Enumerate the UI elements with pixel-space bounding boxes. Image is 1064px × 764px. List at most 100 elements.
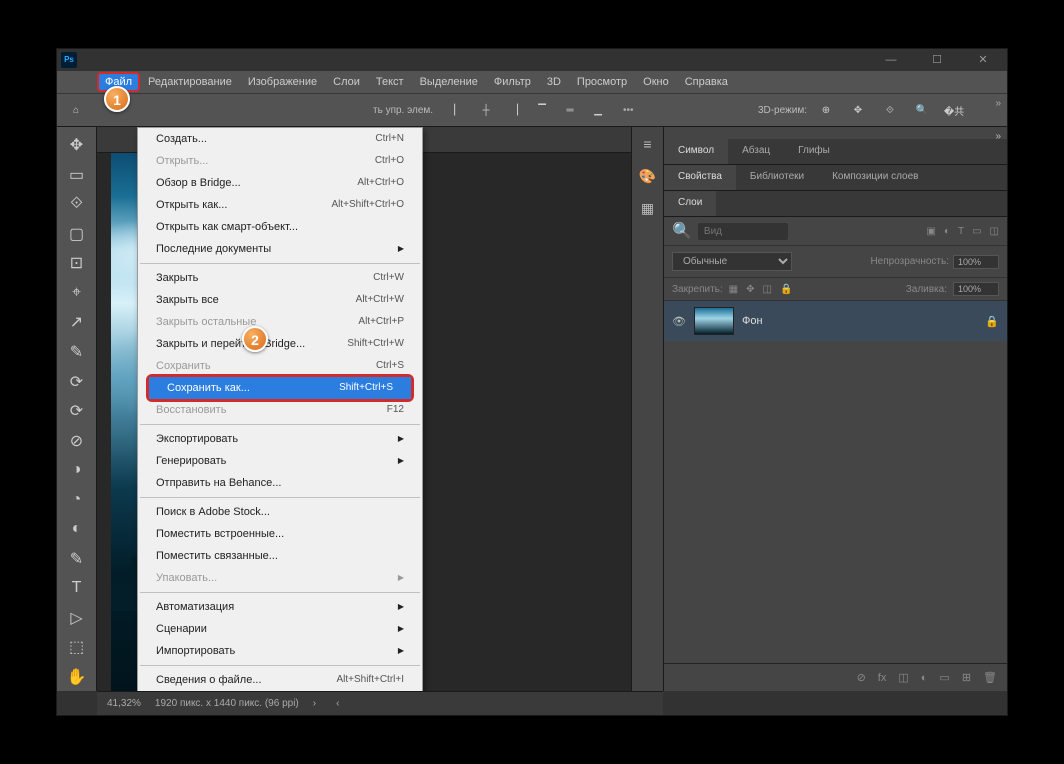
file-menu-открыть-как-смарт-объект-[interactable]: Открыть как смарт-объект... (138, 216, 422, 238)
new-layer-icon[interactable]: ⊞ (962, 671, 971, 684)
pen-tool[interactable]: ✎ (61, 544, 93, 573)
hand-tool[interactable]: ✋ (61, 663, 93, 692)
lock-artboard-icon[interactable]: ◫ (763, 284, 772, 295)
eyedrop-tool[interactable]: ⌖ (61, 279, 93, 308)
window-minimize-button[interactable]: — (871, 49, 911, 71)
dolly-icon[interactable]: ⟐ (877, 97, 903, 123)
file-menu-обзор-в-bridge-[interactable]: Обзор в Bridge...Alt+Ctrl+O (138, 172, 422, 194)
file-menu-поместить-связанные-[interactable]: Поместить связанные... (138, 545, 422, 567)
menu-help[interactable]: Справка (677, 72, 736, 92)
opacity-input[interactable] (953, 255, 999, 269)
align-center-icon[interactable]: ┼ (473, 97, 499, 123)
align-bottom-icon[interactable]: ▁ (585, 97, 611, 123)
color-panel-icon[interactable]: 🎨 (637, 165, 659, 187)
delete-layer-icon[interactable]: 🗑 (983, 671, 997, 684)
layer-item-background[interactable]: 👁 Фон 🔒 (664, 301, 1007, 341)
tab-layer-comps[interactable]: Композиции слоев (818, 165, 932, 190)
menu-image[interactable]: Изображение (240, 72, 325, 92)
filter-pixel-icon[interactable]: ▣ (926, 226, 935, 237)
layer-kind-select[interactable] (698, 223, 788, 240)
share-icon[interactable]: �共 (941, 97, 967, 123)
history-brush-tool[interactable]: ⟳ (61, 397, 93, 426)
path-tool[interactable]: ▷ (61, 604, 93, 633)
tab-properties[interactable]: Свойства (664, 165, 736, 190)
swatches-panel-icon[interactable]: ▦ (637, 197, 659, 219)
file-menu-автоматизация[interactable]: Автоматизация (138, 596, 422, 618)
marquee-tool[interactable]: ▭ (61, 161, 93, 190)
move-tool[interactable]: ✥ (61, 131, 93, 160)
filter-adjust-icon[interactable]: ◐ (944, 226, 950, 237)
tab-libraries[interactable]: Библиотеки (736, 165, 818, 190)
search-icon[interactable]: 🔍 (909, 97, 935, 123)
type-tool[interactable]: T (61, 574, 93, 603)
tab-glyphs[interactable]: Глифы (784, 139, 844, 164)
home-icon[interactable]: ⌂ (63, 97, 89, 123)
tab-symbol[interactable]: Символ (664, 139, 728, 164)
stamp-tool[interactable]: ⟳ (61, 367, 93, 396)
dodge-tool[interactable]: ◐ (61, 515, 93, 544)
file-menu-закрыть-и-перейти-в-bridge-[interactable]: Закрыть и перейти в Bridge...Shift+Ctrl+… (138, 333, 422, 355)
file-menu-импортировать[interactable]: Импортировать (138, 640, 422, 662)
file-menu-сохранить-как-[interactable]: Сохранить как...Shift+Ctrl+S (149, 377, 411, 399)
layer-lock-icon[interactable]: 🔒 (985, 315, 999, 328)
align-left-icon[interactable]: ▏ (445, 97, 471, 123)
filter-type-icon[interactable]: T (958, 226, 964, 237)
expand-icon[interactable]: » (995, 98, 1001, 109)
file-menu-сведения-о-файле-[interactable]: Сведения о файле...Alt+Shift+Ctrl+I (138, 669, 422, 691)
window-close-button[interactable]: ✕ (963, 49, 1003, 71)
menu-select[interactable]: Выделение (412, 72, 486, 92)
menu-filter[interactable]: Фильтр (486, 72, 539, 92)
gradient-tool[interactable]: ◑ (61, 456, 93, 485)
pan-icon[interactable]: ✥ (845, 97, 871, 123)
panel-collapse-icon[interactable]: » (995, 131, 1001, 142)
more-icon[interactable]: ••• (623, 105, 634, 116)
file-menu-экспортировать[interactable]: Экспортировать (138, 428, 422, 450)
shape-tool[interactable]: ⬚ (61, 633, 93, 662)
filter-smart-icon[interactable]: ◫ (990, 226, 999, 237)
adjustment-icon[interactable]: ◐ (921, 672, 928, 684)
heal-tool[interactable]: ↗ (61, 308, 93, 337)
group-icon[interactable]: ▭ (939, 671, 949, 684)
menu-3d[interactable]: 3D (539, 72, 569, 92)
filter-shape-icon[interactable]: ▭ (972, 226, 981, 237)
file-menu-отправить-на-behance-[interactable]: Отправить на Behance... (138, 472, 422, 494)
blend-mode-select[interactable]: Обычные (672, 252, 792, 271)
zoom-value[interactable]: 41,32% (107, 698, 141, 709)
frame-tool[interactable]: ⊡ (61, 249, 93, 278)
orbit-icon[interactable]: ⊕ (813, 97, 839, 123)
menu-edit[interactable]: Редактирование (140, 72, 240, 92)
visibility-icon[interactable]: 👁 (672, 315, 686, 328)
tab-paragraph[interactable]: Абзац (728, 139, 784, 164)
file-menu-создать-[interactable]: Создать...Ctrl+N (138, 128, 422, 150)
lock-pos-icon[interactable]: ✥ (746, 284, 754, 295)
menu-view[interactable]: Просмотр (569, 72, 635, 92)
file-menu-закрыть-все[interactable]: Закрыть всеAlt+Ctrl+W (138, 289, 422, 311)
lasso-tool[interactable]: ⟐ (61, 190, 93, 219)
file-menu-закрыть[interactable]: ЗакрытьCtrl+W (138, 267, 422, 289)
window-maximize-button[interactable]: ☐ (917, 49, 957, 71)
menu-window[interactable]: Окно (635, 72, 677, 92)
eraser-tool[interactable]: ⊘ (61, 426, 93, 455)
fill-input[interactable] (953, 282, 999, 296)
align-right-icon[interactable]: ▕ (501, 97, 527, 123)
crop-tool[interactable]: ▢ (61, 220, 93, 249)
file-menu-последние-документы[interactable]: Последние документы (138, 238, 422, 260)
fx-icon[interactable]: fx (878, 672, 887, 684)
align-mid-icon[interactable]: ═ (557, 97, 583, 123)
blur-tool[interactable]: ◔ (61, 485, 93, 514)
history-panel-icon[interactable]: ≡ (637, 133, 659, 155)
file-menu-сценарии[interactable]: Сценарии (138, 618, 422, 640)
status-arrow-icon[interactable]: › (313, 698, 316, 709)
lock-all-icon[interactable]: 🔒 (780, 284, 792, 295)
brush-tool[interactable]: ✎ (61, 338, 93, 367)
file-menu-поиск-в-adobe-stock-[interactable]: Поиск в Adobe Stock... (138, 501, 422, 523)
file-menu-поместить-встроенные-[interactable]: Поместить встроенные... (138, 523, 422, 545)
menu-layers[interactable]: Слои (325, 72, 368, 92)
link-layers-icon[interactable]: ⊘ (857, 671, 866, 684)
mask-icon[interactable]: ◫ (898, 671, 908, 684)
menu-text[interactable]: Текст (368, 72, 412, 92)
tab-layers[interactable]: Слои (664, 191, 716, 216)
file-menu-генерировать[interactable]: Генерировать (138, 450, 422, 472)
file-menu-открыть-как-[interactable]: Открыть как...Alt+Shift+Ctrl+O (138, 194, 422, 216)
align-top-icon[interactable]: ▔ (529, 97, 555, 123)
